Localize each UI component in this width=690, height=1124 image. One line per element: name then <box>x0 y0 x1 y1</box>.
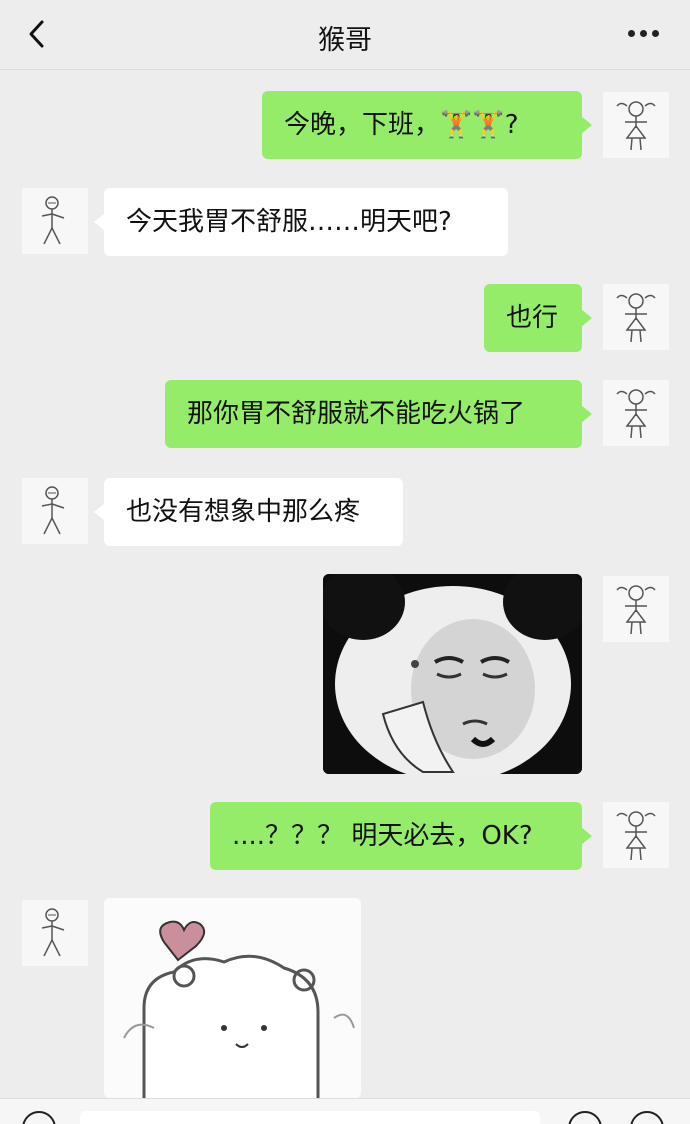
voice-toggle-button[interactable] <box>22 1111 56 1124</box>
boy-avatar-icon <box>41 486 65 535</box>
bear-heart-meme-icon <box>104 898 361 1098</box>
message-bubble[interactable]: 那你胃不舒服就不能吃火锅了 <box>165 380 592 448</box>
boy-avatar-icon <box>41 908 65 957</box>
chat-title: 猴哥 <box>318 25 372 56</box>
more-dot <box>640 30 647 37</box>
message-bubble[interactable]: 也没有想象中那么疼 <box>94 478 403 546</box>
panda-face-sticker[interactable] <box>323 574 582 774</box>
chat-header: 猴哥 <box>0 0 690 70</box>
more-button[interactable] <box>628 30 660 38</box>
more-dot <box>652 30 659 37</box>
message-bubble[interactable]: 今晚，下班，🏋🏋? <box>262 91 592 159</box>
my-avatar[interactable] <box>603 284 669 350</box>
my-avatar[interactable] <box>603 802 669 868</box>
girl-avatar-icon <box>616 101 656 151</box>
girl-avatar-icon <box>616 293 656 343</box>
message-input[interactable] <box>80 1111 540 1124</box>
emoji-button[interactable] <box>568 1111 602 1124</box>
message-bubble[interactable]: 今天我胃不舒服……明天吧? <box>94 188 508 256</box>
friend-avatar[interactable] <box>22 478 88 544</box>
friend-avatar[interactable] <box>22 188 88 254</box>
my-avatar[interactable] <box>603 92 669 158</box>
more-dots-icon <box>628 30 635 37</box>
message-bubble[interactable]: 也行 <box>484 284 592 352</box>
panda-face-meme-icon <box>323 574 582 774</box>
plus-button[interactable] <box>630 1111 664 1124</box>
bear-heart-sticker[interactable] <box>104 898 361 1098</box>
friend-avatar[interactable] <box>22 900 88 966</box>
girl-avatar-icon <box>616 585 656 635</box>
my-avatar[interactable] <box>603 576 669 642</box>
my-avatar[interactable] <box>603 380 669 446</box>
boy-avatar-icon <box>41 196 65 245</box>
girl-avatar-icon <box>616 389 656 439</box>
girl-avatar-icon <box>616 811 656 861</box>
input-bar <box>0 1098 690 1124</box>
message-bubble[interactable]: ....？？？ 明天必去，OK? <box>210 802 592 870</box>
